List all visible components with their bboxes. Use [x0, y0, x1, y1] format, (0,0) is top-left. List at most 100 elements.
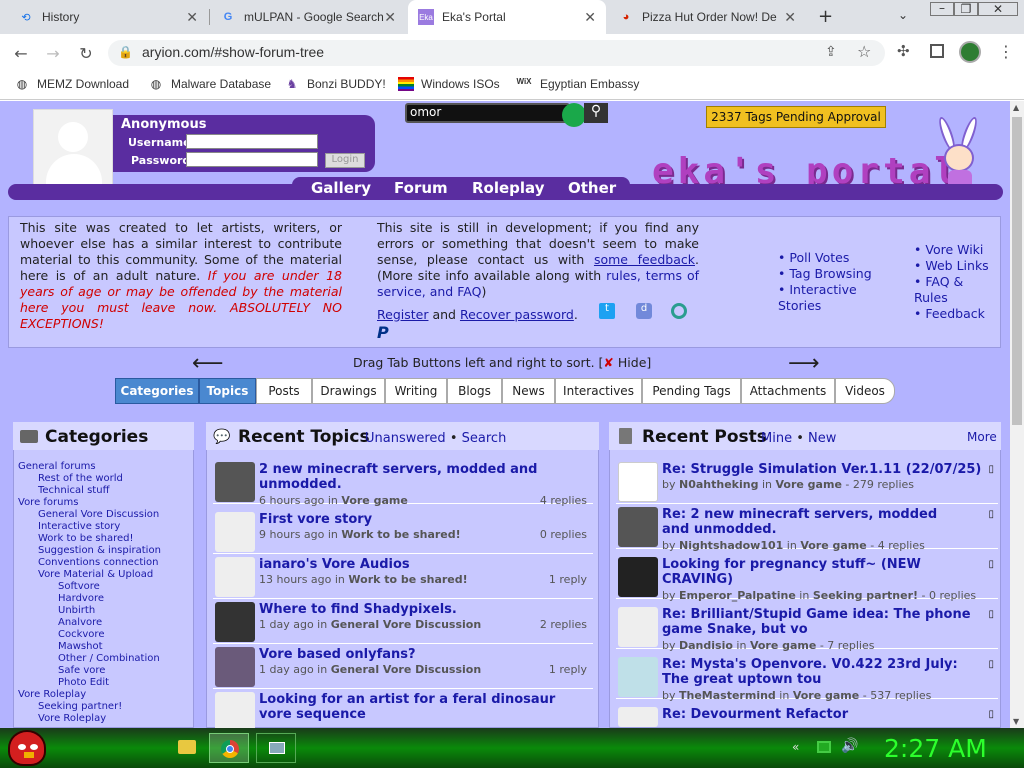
nav-gallery[interactable]: Gallery	[311, 179, 371, 197]
category-rest-of-world[interactable]: Rest of the world	[38, 473, 123, 484]
url-text[interactable]: aryion.com/#show-forum-tree	[142, 44, 324, 60]
bookmark-star-icon[interactable]: ☆	[857, 42, 871, 61]
post-author[interactable]: TheMastermind	[679, 689, 776, 702]
category-suggestion[interactable]: Suggestion & inspiration	[38, 545, 161, 556]
bookmark-egyptian-embassy[interactable]: WiX Egyptian Embassy	[515, 77, 639, 91]
hide-link[interactable]: Hide]	[618, 355, 651, 370]
tags-pending-badge[interactable]: 2337 Tags Pending Approval	[706, 106, 886, 128]
post-row[interactable]: Re: Brilliant/Stupid Game idea: The phon…	[616, 605, 998, 652]
app-window-taskbar-button[interactable]	[256, 733, 296, 763]
unanswered-link[interactable]: Unanswered	[365, 431, 446, 446]
twitter-icon[interactable]: t	[599, 303, 615, 319]
nav-gallery-link[interactable]: Gallery	[311, 179, 371, 197]
post-author[interactable]: Dandisio	[679, 639, 733, 652]
category-other-combination[interactable]: Other / Combination	[58, 653, 160, 664]
post-forum[interactable]: Vore game	[800, 539, 866, 552]
register-link[interactable]: Register	[377, 307, 428, 322]
tab-categories[interactable]: Categories	[115, 378, 199, 404]
post-title[interactable]: Re: Struggle Simulation Ver.1.11 (22/07/…	[662, 462, 982, 477]
link-feedback[interactable]: • Feedback	[914, 306, 994, 322]
share-icon[interactable]: ⇪	[825, 44, 837, 60]
scrollbar-thumb[interactable]	[1012, 117, 1022, 425]
post-author[interactable]: Nightshadow101	[679, 539, 783, 552]
username-input[interactable]	[186, 134, 318, 149]
search-topics-link[interactable]: Search	[462, 431, 507, 446]
start-button-angry-bird-icon[interactable]	[8, 730, 46, 766]
topic-title[interactable]: ianaro's Vore Audios	[259, 557, 410, 572]
post-page-icon[interactable]: ▯	[988, 464, 994, 475]
arrow-left-icon[interactable]: ⟵	[192, 351, 224, 376]
close-icon[interactable]: ✕	[384, 9, 396, 26]
feedback-link[interactable]: some feedback	[594, 252, 695, 267]
link-web-links[interactable]: • Web Links	[914, 258, 994, 274]
topic-title[interactable]: Looking for an artist for a feral dinosa…	[259, 692, 589, 722]
tab-search-chevron-icon[interactable]: ⌄	[898, 8, 908, 22]
post-page-icon[interactable]: ▯	[988, 709, 994, 720]
topic-forum[interactable]: Work to be shared!	[341, 528, 460, 541]
close-icon[interactable]: ✕	[584, 9, 596, 26]
topic-row[interactable]: Where to find Shadypixels. 1 day ago in …	[213, 600, 593, 644]
forward-arrow-icon[interactable]: →	[42, 42, 64, 64]
topic-title[interactable]: First vore story	[259, 512, 372, 527]
tab-drawings[interactable]: Drawings	[312, 378, 385, 404]
paypal-icon[interactable]: P	[377, 323, 393, 342]
tab-pending-tags[interactable]: Pending Tags	[642, 378, 741, 404]
category-conventions[interactable]: Conventions connection	[38, 557, 159, 568]
category-seeking-partner[interactable]: Seeking partner!	[38, 701, 122, 712]
tab-videos[interactable]: Videos	[835, 378, 895, 404]
password-input[interactable]	[186, 152, 318, 167]
profile-avatar[interactable]	[959, 41, 981, 63]
browser-tab-ekas-portal[interactable]: Eka Eka's Portal ✕	[408, 0, 606, 34]
nav-other[interactable]: Other	[568, 179, 616, 197]
bookmark-windows-isos[interactable]: Windows ISOs	[398, 77, 500, 91]
close-icon[interactable]: ✕	[186, 9, 198, 26]
link-interactive-stories[interactable]: • Interactive Stories	[778, 282, 878, 314]
post-forum[interactable]: Vore game	[776, 478, 842, 491]
tab-interactives[interactable]: Interactives	[555, 378, 642, 404]
discord-icon[interactable]: d	[636, 303, 652, 319]
topic-row[interactable]: Vore based onlyfans? 1 day ago in Genera…	[213, 645, 593, 689]
link-tag-browsing[interactable]: • Tag Browsing	[778, 266, 878, 282]
category-hardvore[interactable]: Hardvore	[58, 593, 104, 604]
nav-forum-link[interactable]: Forum	[394, 179, 448, 197]
post-forum[interactable]: Seeking partner!	[813, 589, 918, 602]
post-row[interactable]: Looking for pregnancy stuff~ (NEW CRAVIN…	[616, 555, 998, 602]
post-author[interactable]: N0ahtheking	[679, 478, 758, 491]
new-tab-plus-icon[interactable]: +	[818, 6, 833, 27]
post-row[interactable]: Re: Devourment Refactor ▯	[616, 705, 998, 727]
category-interactive-story[interactable]: Interactive story	[38, 521, 120, 532]
scroll-down-arrow-icon[interactable]: ▼	[1013, 717, 1019, 726]
menu-kebab-icon[interactable]: ⋮	[998, 42, 1014, 61]
post-forum[interactable]: Vore game	[750, 639, 816, 652]
post-title[interactable]: Re: 2 new minecraft servers, modded and …	[662, 507, 962, 537]
tab-blogs[interactable]: Blogs	[447, 378, 502, 404]
topic-title[interactable]: 2 new minecraft servers, modded and unmo…	[259, 462, 559, 492]
topic-title[interactable]: Where to find Shadypixels.	[259, 602, 457, 617]
clock[interactable]: 2:27 AM	[884, 734, 987, 763]
scroll-up-arrow-icon[interactable]: ▲	[1013, 103, 1019, 112]
back-arrow-icon[interactable]: ←	[10, 42, 32, 64]
mine-link[interactable]: Mine	[761, 431, 792, 446]
login-button[interactable]: Login	[325, 153, 365, 168]
category-analvore[interactable]: Analvore	[58, 617, 102, 628]
tray-chevron-icon[interactable]: «	[792, 740, 799, 754]
post-page-icon[interactable]: ▯	[988, 609, 994, 620]
category-work-to-share[interactable]: Work to be shared!	[38, 533, 133, 544]
restore-icon[interactable]: ❐	[954, 2, 978, 16]
browser-tab-pizza-hut[interactable]: ◕ Pizza Hut Order Now! De ✕	[608, 0, 806, 34]
post-title[interactable]: Re: Brilliant/Stupid Game idea: The phon…	[662, 607, 972, 637]
minimize-icon[interactable]: –	[930, 2, 954, 16]
post-title[interactable]: Re: Mysta's Openvore. V0.422 23rd July: …	[662, 657, 982, 687]
reload-icon[interactable]: ↻	[75, 42, 97, 64]
search-icon[interactable]: ⚲	[584, 103, 608, 123]
tab-writing[interactable]: Writing	[385, 378, 447, 404]
post-row[interactable]: Re: Mysta's Openvore. V0.422 23rd July: …	[616, 655, 998, 702]
category-vore-roleplay[interactable]: Vore Roleplay	[18, 689, 86, 700]
topic-row[interactable]: 2 new minecraft servers, modded and unmo…	[213, 460, 593, 507]
category-vore-roleplay-sub[interactable]: Vore Roleplay	[38, 713, 106, 724]
post-row[interactable]: Re: 2 new minecraft servers, modded and …	[616, 505, 998, 552]
category-general-vore[interactable]: General Vore Discussion	[38, 509, 159, 520]
topic-forum[interactable]: Work to be shared!	[348, 573, 467, 586]
category-technical-stuff[interactable]: Technical stuff	[38, 485, 109, 496]
volume-icon[interactable]: 🔊	[841, 738, 858, 754]
